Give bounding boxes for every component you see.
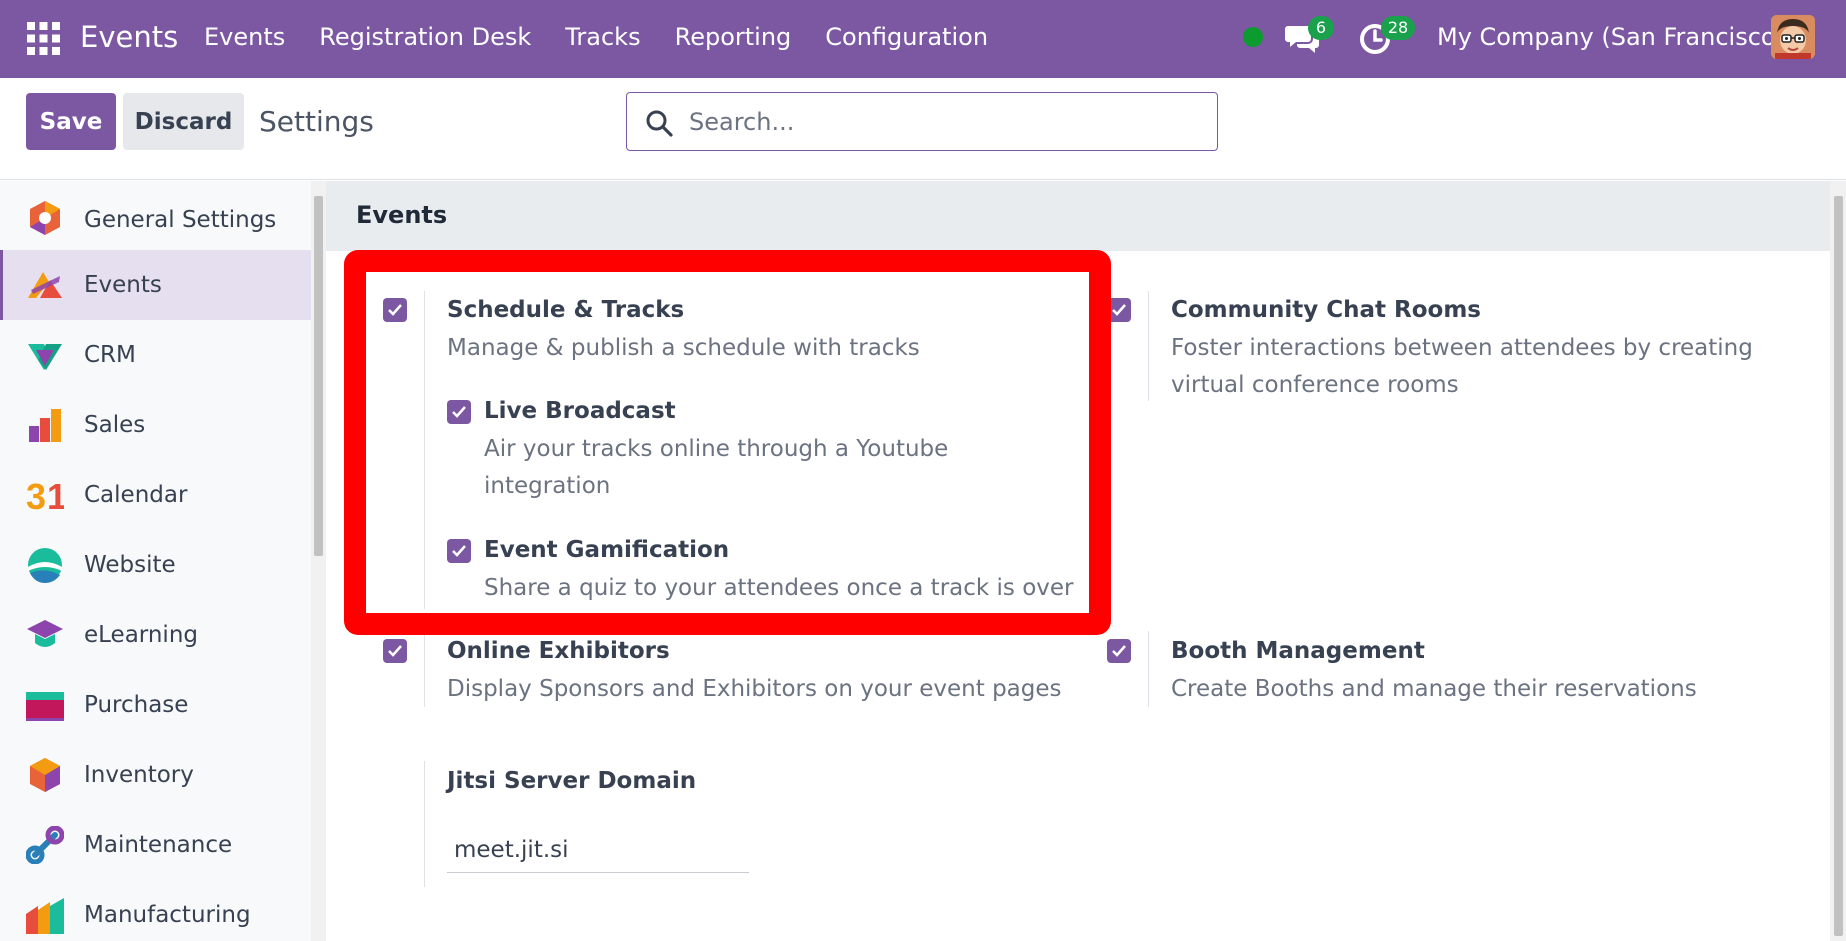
elearning-icon	[27, 620, 63, 647]
app-title[interactable]: Events	[80, 17, 178, 57]
event-gamification-title: Event Gamification	[484, 537, 730, 563]
sidebar-item-maintenance[interactable]: Maintenance	[0, 810, 311, 880]
jitsi-domain-input[interactable]	[447, 827, 749, 873]
sidebar-item-label: Manufacturing	[84, 902, 251, 928]
checkmark-icon	[452, 545, 466, 557]
sidebar-item-elearning[interactable]: eLearning	[0, 600, 311, 670]
checkmark-icon	[452, 406, 466, 418]
sidebar-item-purchase[interactable]: Purchase	[0, 670, 311, 740]
sidebar-scrollbar-thumb[interactable]	[314, 196, 323, 556]
search-icon	[646, 110, 673, 137]
setting-divider	[424, 631, 425, 707]
event-gamification-desc: Share a quiz to your attendees once a tr…	[484, 575, 1074, 601]
checkmark-icon	[388, 645, 402, 657]
inventory-icon	[30, 758, 60, 792]
sidebar-item-inventory[interactable]: Inventory	[0, 740, 311, 810]
user-avatar-icon	[1771, 15, 1815, 59]
checkmark-icon	[1112, 645, 1126, 657]
live-broadcast-checkbox[interactable]	[447, 400, 471, 424]
booth-management-checkbox[interactable]	[1107, 639, 1131, 663]
user-avatar[interactable]	[1771, 15, 1815, 59]
schedule-tracks-title: Schedule & Tracks	[447, 297, 685, 323]
sidebar-item-website[interactable]: Website	[0, 530, 311, 600]
calendar-icon: 3 1	[26, 476, 64, 514]
setting-divider	[424, 291, 425, 609]
menu-registration-desk[interactable]: Registration Desk	[319, 21, 531, 53]
sidebar-item-sales[interactable]: Sales	[0, 390, 311, 460]
sidebar-item-label: Purchase	[84, 692, 189, 718]
sidebar-item-calendar[interactable]: 3 1 Calendar	[0, 460, 311, 530]
menu-reporting[interactable]: Reporting	[675, 21, 792, 53]
sidebar-item-label: General Settings	[84, 207, 277, 233]
content-scrollbar-thumb[interactable]	[1834, 196, 1843, 936]
online-exhibitors-checkbox[interactable]	[383, 639, 407, 663]
sidebar-item-label: CRM	[84, 342, 136, 368]
settings-content: Events Schedule & Tracks Manage & publis…	[326, 181, 1830, 941]
booth-management-title: Booth Management	[1171, 638, 1425, 664]
sidebar-item-label: Events	[84, 272, 162, 298]
search-box[interactable]	[626, 92, 1218, 151]
menu-configuration[interactable]: Configuration	[825, 21, 988, 53]
discard-button[interactable]: Discard	[123, 93, 244, 150]
activities-badge: 28	[1381, 16, 1415, 40]
sidebar-item-events[interactable]: Events	[0, 250, 311, 320]
menu-events[interactable]: Events	[204, 21, 285, 53]
community-chat-title: Community Chat Rooms	[1171, 297, 1481, 323]
sales-icon	[29, 409, 61, 442]
crm-icon	[28, 344, 62, 370]
setting-divider	[1148, 291, 1149, 401]
sidebar-item-label: Maintenance	[84, 832, 233, 858]
top-navbar: Events Events Registration Desk Tracks R…	[0, 0, 1846, 78]
schedule-tracks-checkbox[interactable]	[383, 298, 407, 322]
breadcrumb: Settings	[259, 105, 374, 138]
community-chat-desc: Foster interactions between attendees by…	[1171, 335, 1753, 398]
section-title: Events	[356, 201, 448, 229]
online-status-icon[interactable]	[1243, 27, 1263, 47]
checkmark-icon	[1112, 304, 1126, 316]
checkmark-icon	[388, 304, 402, 316]
messages-badge: 6	[1308, 16, 1334, 40]
setting-divider	[424, 761, 425, 887]
schedule-tracks-desc: Manage & publish a schedule with tracks	[447, 335, 920, 361]
live-broadcast-desc: Air your tracks online through a Youtube…	[484, 436, 949, 499]
sidebar-item-label: Calendar	[84, 482, 188, 508]
sidebar-item-label: Sales	[84, 412, 146, 438]
search-input[interactable]	[689, 103, 1189, 141]
website-icon	[28, 548, 62, 583]
online-exhibitors-desc: Display Sponsors and Exhibitors on your …	[447, 676, 1062, 702]
section-header: Events	[326, 181, 1830, 251]
general-settings-icon	[30, 201, 60, 235]
sidebar-item-manufacturing[interactable]: Manufacturing	[0, 880, 311, 941]
setting-divider	[1148, 631, 1149, 707]
events-icon	[28, 272, 62, 298]
sidebar-item-label: Website	[84, 552, 176, 578]
online-exhibitors-title: Online Exhibitors	[447, 638, 670, 664]
company-switcher[interactable]: My Company (San Francisco)	[1437, 21, 1785, 53]
svg-text:1: 1	[47, 476, 64, 514]
apps-grid-icon[interactable]	[27, 22, 60, 55]
maintenance-icon	[26, 826, 64, 864]
sidebar-item-general-settings[interactable]: General Settings	[0, 185, 311, 255]
community-chat-checkbox[interactable]	[1107, 298, 1131, 322]
sidebar-item-crm[interactable]: CRM	[0, 320, 311, 390]
sidebar-item-label: eLearning	[84, 622, 199, 648]
main-menu: Events Registration Desk Tracks Reportin…	[204, 21, 988, 53]
event-gamification-checkbox[interactable]	[447, 539, 471, 563]
svg-text:3: 3	[26, 476, 46, 514]
live-broadcast-title: Live Broadcast	[484, 398, 676, 424]
save-button[interactable]: Save	[26, 93, 116, 150]
menu-tracks[interactable]: Tracks	[565, 21, 640, 53]
control-panel: Save Discard Settings	[0, 78, 1846, 180]
settings-sidebar: General Settings Events CRM Sales 3 1 Ca…	[0, 181, 311, 941]
jitsi-domain-title: Jitsi Server Domain	[447, 768, 697, 794]
manufacturing-icon	[26, 898, 64, 934]
sidebar-item-label: Inventory	[84, 762, 194, 788]
booth-management-desc: Create Booths and manage their reservati…	[1171, 676, 1697, 702]
purchase-icon	[26, 692, 64, 721]
